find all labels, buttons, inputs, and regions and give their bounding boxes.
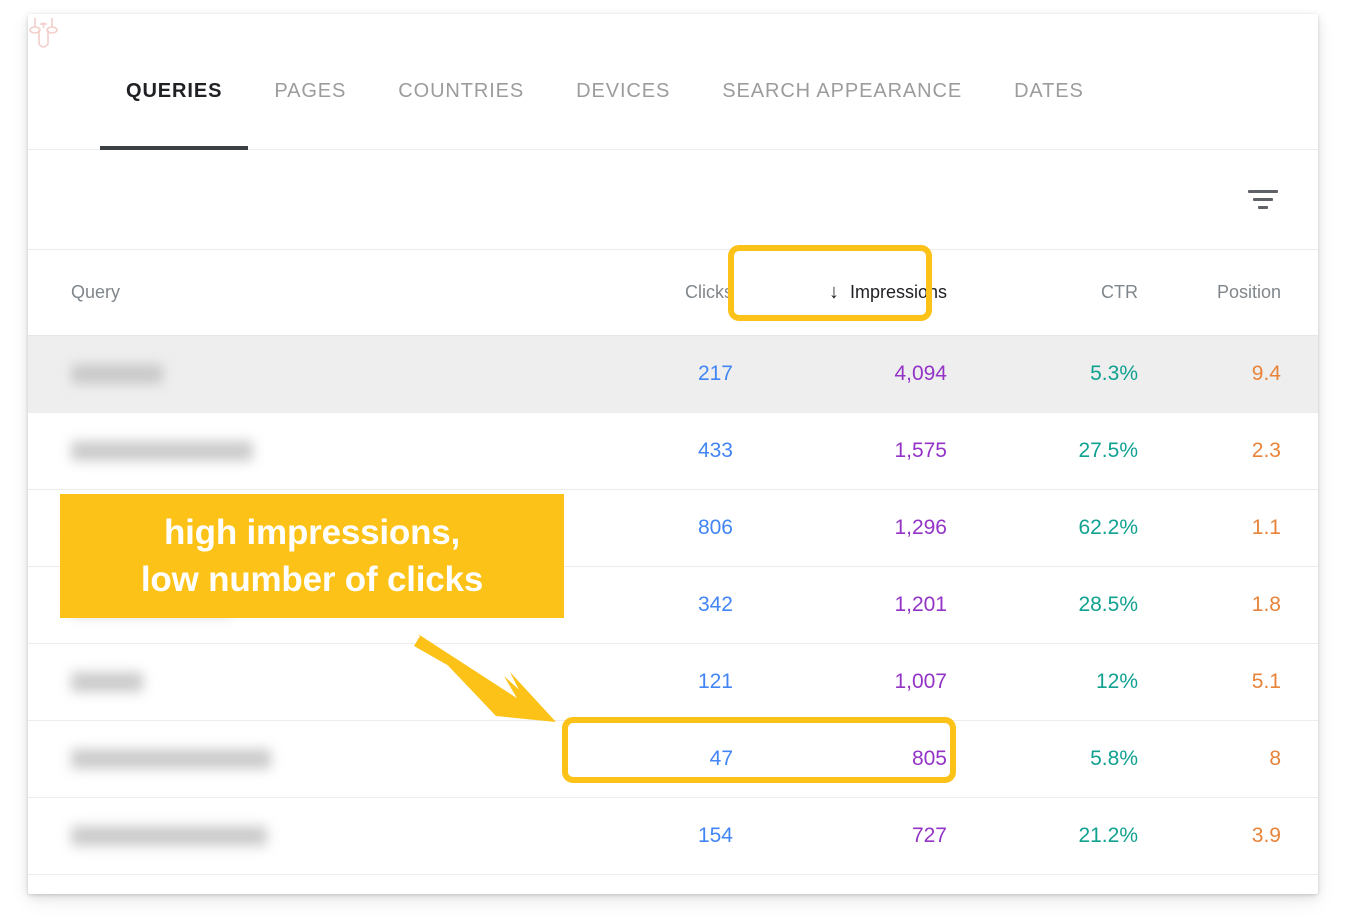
filter-icon-bar-1 — [1248, 189, 1278, 193]
cell-query — [28, 826, 573, 846]
table-row[interactable]: 121 1,007 12% 5.1 — [28, 644, 1318, 721]
cell-clicks: 121 — [697, 670, 733, 693]
cell-clicks: 806 — [697, 516, 733, 539]
cell-position: 8 — [1269, 747, 1281, 770]
cell-ctr: 5.3% — [1090, 362, 1138, 385]
tab-search-appearance[interactable]: SEARCH APPEARANCE — [696, 80, 988, 150]
column-header-ctr[interactable]: CTR — [958, 282, 1138, 303]
redacted-query-text — [71, 441, 253, 461]
cell-clicks: 217 — [697, 362, 733, 385]
cell-query — [28, 441, 573, 461]
annotation-callout-line1: high impressions, — [163, 512, 461, 552]
tab-search-appearance-label: SEARCH APPEARANCE — [722, 80, 963, 102]
cell-position: 5.1 — [1251, 670, 1281, 693]
annotation-callout: high impressions, low number of clicks — [60, 494, 564, 618]
cell-query — [28, 749, 573, 769]
cell-ctr: 5.8% — [1090, 747, 1138, 770]
cell-ctr: 62.2% — [1078, 516, 1138, 539]
table-row[interactable]: 154 727 21.2% 3.9 — [28, 798, 1318, 875]
cell-clicks: 154 — [697, 824, 733, 847]
cell-position: 3.9 — [1251, 824, 1281, 847]
cell-impressions: 4,094 — [894, 362, 947, 385]
sort-descending-arrow-icon: ↓ — [828, 281, 839, 304]
tab-countries[interactable]: COUNTRIES — [372, 80, 550, 150]
annotation-callout-line2: low number of clicks — [140, 560, 484, 599]
cell-position: 1.1 — [1251, 516, 1281, 539]
cell-clicks: 47 — [709, 747, 733, 770]
cell-impressions: 805 — [911, 747, 947, 770]
tab-countries-label: COUNTRIES — [398, 80, 525, 102]
cell-impressions: 1,296 — [894, 516, 947, 539]
redacted-query-text — [71, 826, 267, 846]
cell-position: 1.8 — [1251, 593, 1281, 616]
cell-impressions: 1,575 — [894, 439, 947, 462]
tabs-list: QUERIES PAGES COUNTRIES DEVICES SEARCH A… — [100, 80, 1110, 150]
table-row[interactable]: 217 4,094 5.3% 9.4 — [28, 336, 1318, 413]
column-header-query[interactable]: Query — [28, 282, 573, 303]
table-header-row: Query Clicks ↓ Impressions CTR Position — [28, 250, 1318, 336]
table-toolbar — [28, 150, 1318, 250]
cell-clicks: 342 — [697, 593, 733, 616]
table-row[interactable]: 47 805 5.8% 8 — [28, 721, 1318, 798]
cell-ctr: 28.5% — [1078, 593, 1138, 616]
tab-queries[interactable]: QUERIES — [100, 80, 249, 150]
tab-pages-label: PAGES — [274, 80, 347, 102]
tab-devices-label: DEVICES — [576, 80, 671, 102]
column-header-impressions-label: Impressions — [849, 281, 947, 302]
column-header-impressions[interactable]: ↓ Impressions — [733, 282, 958, 304]
search-console-performance-card: QUERIES PAGES COUNTRIES DEVICES SEARCH A… — [28, 14, 1318, 894]
cell-query — [28, 364, 573, 384]
cell-impressions: 1,007 — [894, 670, 947, 693]
redacted-query-text — [71, 672, 143, 692]
cell-ctr: 27.5% — [1078, 439, 1138, 462]
cell-position: 9.4 — [1251, 362, 1281, 385]
impressions-sort-group: ↓ Impressions — [829, 282, 947, 303]
tab-pages[interactable]: PAGES — [248, 80, 372, 150]
column-header-clicks[interactable]: Clicks — [573, 282, 733, 303]
tab-devices[interactable]: DEVICES — [550, 80, 696, 150]
filter-icon-bar-3 — [1258, 205, 1268, 209]
table-row[interactable]: 433 1,575 27.5% 2.3 — [28, 413, 1318, 490]
cell-ctr: 12% — [1095, 670, 1138, 693]
cell-position: 2.3 — [1251, 439, 1281, 462]
cell-clicks: 433 — [697, 439, 733, 462]
screenshot-root: QUERIES PAGES COUNTRIES DEVICES SEARCH A… — [0, 0, 1346, 916]
redacted-query-text — [71, 749, 271, 769]
redacted-query-text — [71, 364, 163, 384]
tab-dates-label: DATES — [1014, 80, 1084, 102]
cell-ctr: 21.2% — [1078, 824, 1138, 847]
column-header-position[interactable]: Position — [1138, 282, 1318, 303]
dimension-tabbar: QUERIES PAGES COUNTRIES DEVICES SEARCH A… — [28, 14, 1318, 150]
cell-impressions: 727 — [911, 824, 947, 847]
filter-icon-bar-2 — [1253, 197, 1273, 201]
filter-icon[interactable] — [1236, 172, 1290, 226]
tab-dates[interactable]: DATES — [988, 80, 1110, 150]
cell-query — [28, 672, 573, 692]
cell-impressions: 1,201 — [894, 593, 947, 616]
tab-queries-label: QUERIES — [126, 80, 223, 102]
